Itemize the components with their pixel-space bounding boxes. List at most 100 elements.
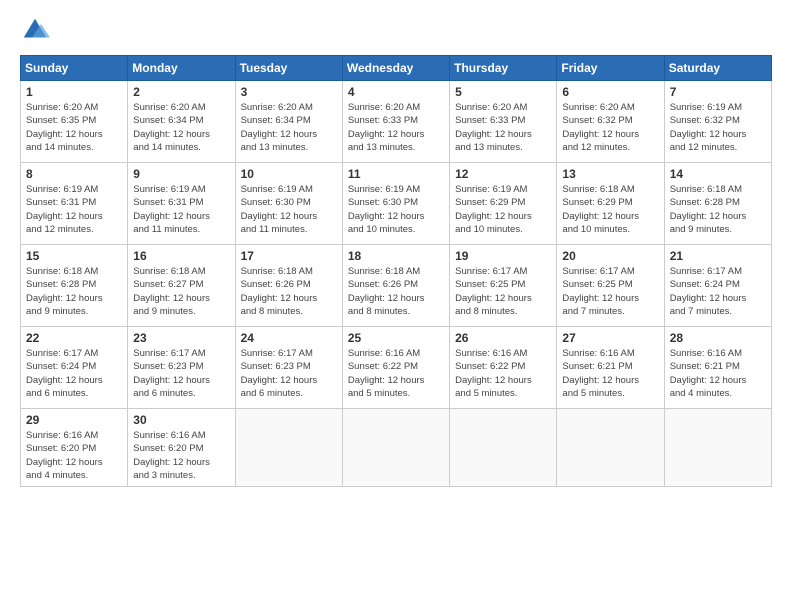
logo — [20, 15, 54, 45]
day-number: 22 — [26, 331, 122, 345]
calendar-cell — [450, 409, 557, 487]
day-number: 19 — [455, 249, 551, 263]
day-number: 8 — [26, 167, 122, 181]
calendar-cell — [557, 409, 664, 487]
calendar-cell: 14Sunrise: 6:18 AMSunset: 6:28 PMDayligh… — [664, 163, 771, 245]
calendar-cell: 3 Sunrise: 6:20 AMSunset: 6:34 PMDaylight… — [235, 81, 342, 163]
calendar-cell: 28 Sunrise: 6:16 AMSunset: 6:21 PMDayligh… — [664, 327, 771, 409]
weekday-header-wednesday: Wednesday — [342, 56, 449, 81]
day-info: Sunrise: 6:20 AMSunset: 6:32 PMDaylight:… — [562, 101, 658, 154]
day-number: 10 — [241, 167, 337, 181]
calendar-cell: 19 Sunrise: 6:17 AMSunset: 6:25 PMDayligh… — [450, 245, 557, 327]
calendar-cell: 20Sunrise: 6:17 AMSunset: 6:25 PMDayligh… — [557, 245, 664, 327]
day-info: Sunrise: 6:18 AMSunset: 6:26 PMDaylight:… — [348, 265, 444, 318]
day-info: Sunrise: 6:20 AMSunset: 6:35 PMDaylight:… — [26, 101, 122, 154]
calendar-cell: 5Sunrise: 6:20 AMSunset: 6:33 PMDaylight… — [450, 81, 557, 163]
weekday-header-row: SundayMondayTuesdayWednesdayThursdayFrid… — [21, 56, 772, 81]
calendar-cell: 30 Sunrise: 6:16 AMSunset: 6:20 PMDayligh… — [128, 409, 235, 487]
header — [20, 15, 772, 45]
day-info: Sunrise: 6:16 AMSunset: 6:21 PMDaylight:… — [562, 347, 658, 400]
calendar-cell — [664, 409, 771, 487]
calendar-cell: 15 Sunrise: 6:18 AMSunset: 6:28 PMDayligh… — [21, 245, 128, 327]
calendar-cell: 18 Sunrise: 6:18 AMSunset: 6:26 PMDayligh… — [342, 245, 449, 327]
calendar-cell: 22 Sunrise: 6:17 AMSunset: 6:24 PMDayligh… — [21, 327, 128, 409]
day-info: Sunrise: 6:18 AMSunset: 6:29 PMDaylight:… — [562, 183, 658, 236]
day-info: Sunrise: 6:18 AMSunset: 6:28 PMDaylight:… — [26, 265, 122, 318]
day-number: 7 — [670, 85, 766, 99]
calendar-cell: 24 Sunrise: 6:17 AMSunset: 6:23 PMDayligh… — [235, 327, 342, 409]
calendar-cell: 12 Sunrise: 6:19 AMSunset: 6:29 PMDayligh… — [450, 163, 557, 245]
day-info: Sunrise: 6:20 AMSunset: 6:34 PMDaylight:… — [133, 101, 229, 154]
day-info: Sunrise: 6:17 AMSunset: 6:25 PMDaylight:… — [562, 265, 658, 318]
day-info: Sunrise: 6:16 AMSunset: 6:20 PMDaylight:… — [133, 429, 229, 482]
calendar-cell: 29 Sunrise: 6:16 AMSunset: 6:20 PMDayligh… — [21, 409, 128, 487]
logo-icon — [20, 15, 50, 45]
day-number: 4 — [348, 85, 444, 99]
day-number: 25 — [348, 331, 444, 345]
day-info: Sunrise: 6:17 AMSunset: 6:24 PMDaylight:… — [26, 347, 122, 400]
calendar-cell: 17 Sunrise: 6:18 AMSunset: 6:26 PMDayligh… — [235, 245, 342, 327]
calendar-cell: 4Sunrise: 6:20 AMSunset: 6:33 PMDaylight… — [342, 81, 449, 163]
day-info: Sunrise: 6:16 AMSunset: 6:20 PMDaylight:… — [26, 429, 122, 482]
day-info: Sunrise: 6:18 AMSunset: 6:27 PMDaylight:… — [133, 265, 229, 318]
calendar-week-2: 8 Sunrise: 6:19 AMSunset: 6:31 PMDaylight… — [21, 163, 772, 245]
calendar-cell: 26 Sunrise: 6:16 AMSunset: 6:22 PMDayligh… — [450, 327, 557, 409]
day-number: 28 — [670, 331, 766, 345]
page: SundayMondayTuesdayWednesdayThursdayFrid… — [0, 0, 792, 612]
calendar-week-5: 29 Sunrise: 6:16 AMSunset: 6:20 PMDayligh… — [21, 409, 772, 487]
day-number: 30 — [133, 413, 229, 427]
day-number: 23 — [133, 331, 229, 345]
day-number: 24 — [241, 331, 337, 345]
day-info: Sunrise: 6:17 AMSunset: 6:23 PMDaylight:… — [133, 347, 229, 400]
day-number: 29 — [26, 413, 122, 427]
day-number: 13 — [562, 167, 658, 181]
day-info: Sunrise: 6:16 AMSunset: 6:22 PMDaylight:… — [455, 347, 551, 400]
calendar-cell: 21Sunrise: 6:17 AMSunset: 6:24 PMDayligh… — [664, 245, 771, 327]
day-info: Sunrise: 6:19 AMSunset: 6:29 PMDaylight:… — [455, 183, 551, 236]
day-info: Sunrise: 6:19 AMSunset: 6:31 PMDaylight:… — [133, 183, 229, 236]
day-number: 16 — [133, 249, 229, 263]
calendar-body: 1 Sunrise: 6:20 AMSunset: 6:35 PMDaylight… — [21, 81, 772, 487]
calendar-table: SundayMondayTuesdayWednesdayThursdayFrid… — [20, 55, 772, 487]
day-info: Sunrise: 6:19 AMSunset: 6:30 PMDaylight:… — [348, 183, 444, 236]
weekday-header-thursday: Thursday — [450, 56, 557, 81]
day-info: Sunrise: 6:17 AMSunset: 6:25 PMDaylight:… — [455, 265, 551, 318]
weekday-header-saturday: Saturday — [664, 56, 771, 81]
day-number: 26 — [455, 331, 551, 345]
day-info: Sunrise: 6:17 AMSunset: 6:24 PMDaylight:… — [670, 265, 766, 318]
weekday-header-sunday: Sunday — [21, 56, 128, 81]
day-number: 27 — [562, 331, 658, 345]
calendar-week-1: 1 Sunrise: 6:20 AMSunset: 6:35 PMDaylight… — [21, 81, 772, 163]
weekday-header-friday: Friday — [557, 56, 664, 81]
day-number: 12 — [455, 167, 551, 181]
day-info: Sunrise: 6:18 AMSunset: 6:28 PMDaylight:… — [670, 183, 766, 236]
day-number: 9 — [133, 167, 229, 181]
day-number: 3 — [241, 85, 337, 99]
calendar-cell: 25 Sunrise: 6:16 AMSunset: 6:22 PMDayligh… — [342, 327, 449, 409]
calendar-cell: 11Sunrise: 6:19 AMSunset: 6:30 PMDayligh… — [342, 163, 449, 245]
day-info: Sunrise: 6:16 AMSunset: 6:21 PMDaylight:… — [670, 347, 766, 400]
day-info: Sunrise: 6:20 AMSunset: 6:34 PMDaylight:… — [241, 101, 337, 154]
day-info: Sunrise: 6:20 AMSunset: 6:33 PMDaylight:… — [455, 101, 551, 154]
calendar-cell: 10Sunrise: 6:19 AMSunset: 6:30 PMDayligh… — [235, 163, 342, 245]
weekday-header-tuesday: Tuesday — [235, 56, 342, 81]
calendar-cell: 7Sunrise: 6:19 AMSunset: 6:32 PMDaylight… — [664, 81, 771, 163]
day-number: 15 — [26, 249, 122, 263]
day-number: 1 — [26, 85, 122, 99]
calendar-cell: 13 Sunrise: 6:18 AMSunset: 6:29 PMDayligh… — [557, 163, 664, 245]
day-number: 17 — [241, 249, 337, 263]
day-info: Sunrise: 6:19 AMSunset: 6:31 PMDaylight:… — [26, 183, 122, 236]
calendar-cell: 9 Sunrise: 6:19 AMSunset: 6:31 PMDaylight… — [128, 163, 235, 245]
calendar-cell: 6Sunrise: 6:20 AMSunset: 6:32 PMDaylight… — [557, 81, 664, 163]
calendar-cell: 23 Sunrise: 6:17 AMSunset: 6:23 PMDayligh… — [128, 327, 235, 409]
day-info: Sunrise: 6:16 AMSunset: 6:22 PMDaylight:… — [348, 347, 444, 400]
day-info: Sunrise: 6:18 AMSunset: 6:26 PMDaylight:… — [241, 265, 337, 318]
calendar-cell: 8 Sunrise: 6:19 AMSunset: 6:31 PMDaylight… — [21, 163, 128, 245]
calendar-cell: 27 Sunrise: 6:16 AMSunset: 6:21 PMDayligh… — [557, 327, 664, 409]
calendar-cell: 1 Sunrise: 6:20 AMSunset: 6:35 PMDaylight… — [21, 81, 128, 163]
calendar-cell — [235, 409, 342, 487]
day-number: 18 — [348, 249, 444, 263]
calendar-cell: 16 Sunrise: 6:18 AMSunset: 6:27 PMDayligh… — [128, 245, 235, 327]
day-info: Sunrise: 6:17 AMSunset: 6:23 PMDaylight:… — [241, 347, 337, 400]
calendar-cell — [342, 409, 449, 487]
